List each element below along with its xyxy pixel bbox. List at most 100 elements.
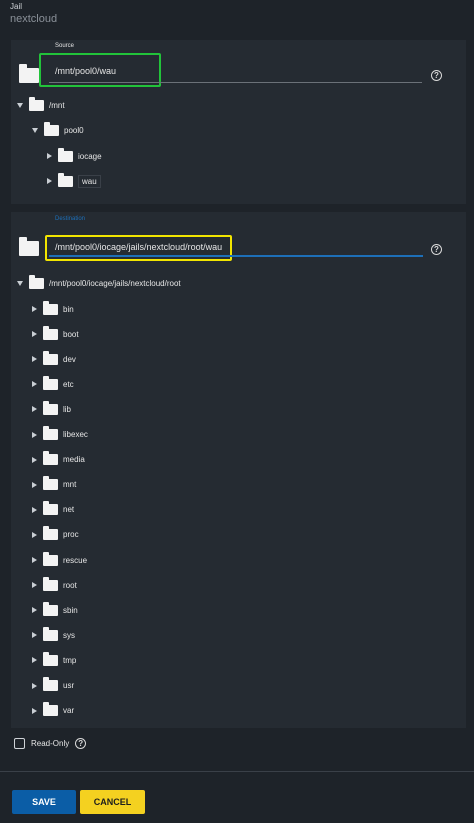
folder-icon — [43, 476, 58, 491]
jail-value: nextcloud — [10, 13, 58, 25]
tree-node-root[interactable]: root — [32, 576, 77, 594]
tree-node-net[interactable]: net — [32, 501, 74, 519]
caret-right-icon[interactable] — [32, 381, 37, 388]
cancel-button[interactable]: CANCEL — [80, 790, 145, 814]
caret-right-icon[interactable] — [32, 607, 37, 614]
caret-right-icon[interactable] — [32, 707, 37, 714]
tree-node-dev[interactable]: dev — [32, 350, 76, 368]
tree-node-libexec[interactable]: libexec — [32, 426, 88, 444]
folder-icon — [43, 400, 58, 415]
caret-right-icon[interactable] — [32, 682, 37, 689]
tree-node-media[interactable]: media — [32, 451, 85, 469]
source-panel: Source ? /mnt pool0 iocage wau — [11, 40, 466, 204]
readonly-label: Read-Only — [31, 739, 70, 748]
tree-node-mnt[interactable]: /mnt — [17, 96, 65, 114]
tree-node-label: media — [63, 455, 85, 465]
folder-icon — [29, 274, 44, 289]
caret-right-icon[interactable] — [32, 431, 37, 438]
tree-node-wau[interactable]: wau — [47, 172, 101, 190]
caret-right-icon[interactable] — [47, 153, 52, 159]
tree-node-mnt[interactable]: mnt — [32, 476, 76, 494]
tree-node-root[interactable]: /mnt/pool0/iocage/jails/nextcloud/root — [17, 274, 181, 292]
tree-node-sys[interactable]: sys — [32, 626, 75, 644]
caret-right-icon[interactable] — [32, 406, 37, 413]
tree-node-label: etc — [63, 379, 74, 389]
tree-node-label: boot — [63, 329, 79, 339]
caret-right-icon[interactable] — [32, 531, 37, 538]
tree-node-bin[interactable]: bin — [32, 300, 74, 318]
help-icon[interactable]: ? — [431, 244, 442, 255]
caret-down-icon[interactable] — [32, 127, 38, 133]
caret-right-icon[interactable] — [32, 557, 37, 563]
tree-node-label: net — [63, 505, 75, 515]
tree-node-pool0[interactable]: pool0 — [32, 121, 84, 139]
tree-node-sbin[interactable]: sbin — [32, 601, 78, 619]
readonly-checkbox[interactable] — [14, 738, 25, 749]
folder-icon — [58, 172, 73, 187]
tree-node-label: mnt — [63, 480, 77, 490]
source-input-underline — [49, 82, 422, 83]
folder-icon — [58, 147, 73, 162]
tree-node-etc[interactable]: etc — [32, 375, 74, 393]
tree-node-var[interactable]: var — [32, 702, 74, 720]
tree-node-label: dev — [63, 354, 76, 364]
caret-right-icon[interactable] — [32, 632, 37, 639]
save-button[interactable]: SAVE — [12, 790, 76, 814]
tree-node-label: /mnt/pool0/iocage/jails/nextcloud/root — [49, 278, 181, 288]
folder-icon — [43, 325, 58, 340]
folder-icon — [44, 121, 59, 136]
folder-icon — [43, 501, 58, 516]
tree-node-label: sbin — [63, 605, 78, 615]
tree-node-iocage[interactable]: iocage — [47, 147, 102, 165]
help-icon[interactable]: ? — [75, 738, 87, 749]
folder-icon — [43, 601, 58, 616]
folder-icon[interactable] — [19, 64, 39, 83]
tree-node-label: bin — [63, 304, 74, 314]
destination-input-underline — [49, 255, 423, 257]
caret-right-icon[interactable] — [32, 481, 37, 488]
tree-node-label: iocage — [78, 151, 102, 161]
caret-right-icon[interactable] — [32, 506, 37, 513]
folder-icon — [43, 300, 58, 315]
caret-down-icon[interactable] — [17, 102, 23, 108]
folder-icon — [43, 702, 58, 717]
tree-node-boot[interactable]: boot — [32, 325, 79, 343]
caret-right-icon[interactable] — [47, 178, 52, 184]
tree-node-rescue[interactable]: rescue — [32, 551, 87, 569]
help-icon[interactable]: ? — [431, 70, 442, 81]
tree-node-label: root — [63, 580, 77, 590]
divider — [0, 771, 474, 772]
tree-node-lib[interactable]: lib — [32, 400, 71, 418]
tree-node-label: libexec — [63, 430, 88, 439]
tree-node-label: pool0 — [64, 125, 84, 135]
folder-icon — [43, 426, 58, 440]
folder-icon — [43, 350, 58, 365]
tree-node-label: var — [63, 706, 75, 716]
caret-right-icon[interactable] — [32, 582, 37, 589]
caret-down-icon[interactable] — [17, 280, 23, 286]
caret-right-icon[interactable] — [32, 306, 37, 312]
caret-right-icon[interactable] — [32, 456, 37, 463]
readonly-row: Read-Only ? — [14, 738, 87, 749]
tree-node-proc[interactable]: proc — [32, 526, 79, 544]
source-path-input[interactable] — [55, 64, 425, 78]
tree-node-label: wau — [78, 174, 101, 188]
tree-node-usr[interactable]: usr — [32, 677, 74, 695]
caret-right-icon[interactable] — [32, 657, 37, 664]
tree-node-tmp[interactable]: tmp — [32, 651, 76, 669]
folder-icon — [43, 375, 58, 390]
caret-right-icon[interactable] — [32, 356, 37, 363]
folder-icon — [43, 551, 58, 566]
source-label: Source — [55, 43, 75, 49]
caret-right-icon[interactable] — [32, 331, 37, 338]
folder-icon — [43, 651, 58, 666]
folder-icon — [43, 576, 58, 591]
folder-icon — [43, 626, 58, 641]
tree-node-label: sys — [63, 630, 75, 640]
destination-panel: Destination ? /mnt/pool0/iocage/jails/ne… — [11, 212, 466, 728]
folder-icon[interactable] — [19, 237, 39, 256]
folder-icon — [43, 526, 58, 541]
tree-node-label: /mnt — [49, 100, 65, 110]
jail-label: Jail — [10, 2, 23, 11]
destination-path-input[interactable] — [55, 240, 425, 254]
